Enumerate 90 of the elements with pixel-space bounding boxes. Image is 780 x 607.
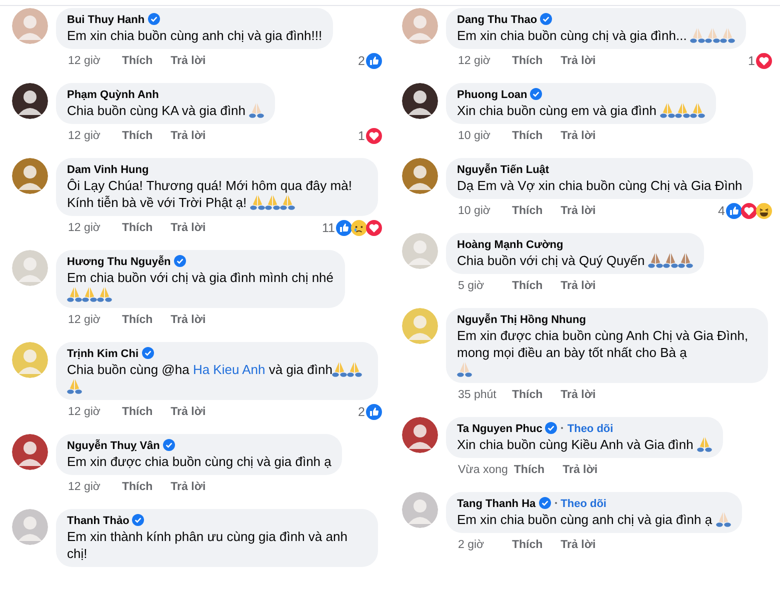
reply-link[interactable]: Trả lời <box>560 388 596 402</box>
comment-time: 35 phút <box>458 388 498 402</box>
comment-time: Vừa xong <box>458 462 508 476</box>
comment-text: Chia buồn cùng KA và gia đình <box>67 103 246 118</box>
commenter-name[interactable]: Dam Vinh Hung <box>67 164 149 176</box>
avatar[interactable] <box>402 417 438 453</box>
reply-link[interactable]: Trả lời <box>170 54 206 68</box>
comment-time: 2 giờ <box>458 538 486 552</box>
commenter-name[interactable]: Ta Nguyen Phuc <box>457 423 542 435</box>
follow-link[interactable]: Theo dõi <box>567 423 614 435</box>
commenter-name[interactable]: Tang Thanh Ha <box>457 498 536 510</box>
like-link[interactable]: Thích <box>122 480 153 494</box>
like-link[interactable]: Thích <box>514 462 545 476</box>
like-link[interactable]: Thích <box>122 220 153 234</box>
reaction-count: 2 <box>358 404 365 418</box>
avatar[interactable] <box>402 83 438 119</box>
commenter-name[interactable]: Nguyễn Thị Hồng Nhung <box>457 314 586 326</box>
reply-link[interactable]: Trả lời <box>560 54 596 68</box>
mention-link[interactable]: Ha Kieu Anh <box>192 362 266 377</box>
reaction-count: 4 <box>718 204 725 218</box>
comment-text: Em chia buồn với chị và gia đình mình chị nhé <box>67 270 334 285</box>
reply-link[interactable]: Trả lời <box>560 278 596 292</box>
like-link[interactable]: Thích <box>122 128 153 142</box>
commenter-name[interactable]: Dang Thu Thao <box>457 14 538 26</box>
comment-text: Em xin chia buồn cùng anh chị và gia đình!!! <box>67 28 322 43</box>
reply-link[interactable]: Trả lời <box>560 128 596 142</box>
comment-text: Dạ Em và Vợ xin chia buồn cùng Chị và Gia Đình <box>457 178 742 193</box>
reaction-count: 2 <box>358 54 365 68</box>
comment-text: Em xin được chia buồn cùng Anh Chị và Gia Đình, mong mọi điều an bày tốt nhất cho Bà ạ <box>457 328 748 360</box>
comment-text: Em xin chia buồn cùng anh chị và gia đình ạ <box>457 512 712 527</box>
comment-time: 12 giờ <box>68 220 102 234</box>
comment-time: 12 giờ <box>68 404 102 418</box>
avatar[interactable] <box>12 83 48 119</box>
commenter-name[interactable]: Thanh Thảo <box>67 515 130 527</box>
like-link[interactable]: Thích <box>512 388 543 402</box>
like-reaction-icon <box>726 202 742 218</box>
comment-text: Xin chia buồn cùng Kiều Anh và Gia đình <box>457 437 694 452</box>
reply-link[interactable]: Trả lời <box>170 404 206 418</box>
comment-text: Em xin được chia buồn cùng chị và gia đình ạ <box>67 454 332 469</box>
comment-time: 10 giờ <box>458 128 492 142</box>
like-reaction-icon <box>336 220 352 236</box>
like-link[interactable]: Thích <box>512 204 543 218</box>
heart-reaction-icon <box>366 128 382 144</box>
reply-link[interactable]: Trả lời <box>562 462 598 476</box>
reply-link[interactable]: Trả lời <box>560 538 596 552</box>
like-reaction-icon <box>366 52 382 68</box>
laughing-face-icon <box>756 202 772 218</box>
avatar[interactable] <box>12 434 48 470</box>
comment-text: Em xin thành kính phân ưu cùng gia đình và anh chị! <box>67 529 348 561</box>
like-link[interactable]: Thích <box>122 312 153 326</box>
reply-link[interactable]: Trả lời <box>170 128 206 142</box>
comment-time: 12 giờ <box>458 54 492 68</box>
follow-link[interactable]: Theo dõi <box>560 498 606 510</box>
comment-time: 5 giờ <box>458 278 486 292</box>
commenter-name[interactable]: Nguyễn Tiến Luật <box>457 164 550 176</box>
comment-time: 12 giờ <box>68 312 102 326</box>
comment-text: Ôi Lạy Chúa! Thương quá! Mới hôm qua đây mà! Kính tiễn bà về với Trời Phật ạ! <box>67 178 352 210</box>
heart-reaction-icon <box>741 202 757 218</box>
heart-reaction-icon <box>756 52 772 68</box>
comment-time: 12 giờ <box>68 128 102 142</box>
comment-time: 10 giờ <box>458 204 492 218</box>
reaction-count: 11 <box>322 220 335 234</box>
comment-time: 12 giờ <box>68 54 102 68</box>
commenter-name[interactable]: Phuong Loan <box>457 89 528 101</box>
crying-face-icon <box>351 220 367 236</box>
commenter-name[interactable]: Trịnh Kim Chi <box>67 348 138 360</box>
reaction-count: 1 <box>358 128 365 142</box>
comment-text: Xin chia buồn cùng em và gia đình <box>457 103 656 118</box>
like-link[interactable]: Thích <box>512 278 543 292</box>
like-reaction-icon <box>366 404 382 420</box>
comment-text: Chia buồn với chị và Quý Quyến <box>457 253 645 268</box>
commenter-name[interactable]: Nguyễn Thuỵ Vân <box>67 440 160 452</box>
like-link[interactable]: Thích <box>512 538 543 552</box>
heart-reaction-icon <box>366 220 382 236</box>
commenter-name[interactable]: Hương Thu Nguyễn <box>67 256 171 268</box>
comment-time: 12 giờ <box>68 480 102 494</box>
comment-text: Chia buồn cùng @ha Ha Kieu Anh và gia đình <box>67 362 332 377</box>
like-link[interactable]: Thích <box>122 404 153 418</box>
reply-link[interactable]: Trả lời <box>170 220 206 234</box>
comment-text: Em xin chia buồn cùng chị và gia đình... <box>457 28 687 43</box>
reply-link[interactable]: Trả lời <box>560 204 596 218</box>
commenter-name[interactable]: Phạm Quỳnh Anh <box>67 89 159 101</box>
like-link[interactable]: Thích <box>512 128 543 142</box>
reply-link[interactable]: Trả lời <box>170 312 206 326</box>
reply-link[interactable]: Trả lời <box>170 480 206 494</box>
like-link[interactable]: Thích <box>122 54 153 68</box>
reaction-count: 1 <box>748 54 755 68</box>
commenter-name[interactable]: Bui Thuy Hanh <box>67 14 145 26</box>
commenter-name[interactable]: Hoàng Mạnh Cường <box>457 239 564 251</box>
like-link[interactable]: Thích <box>512 54 543 68</box>
